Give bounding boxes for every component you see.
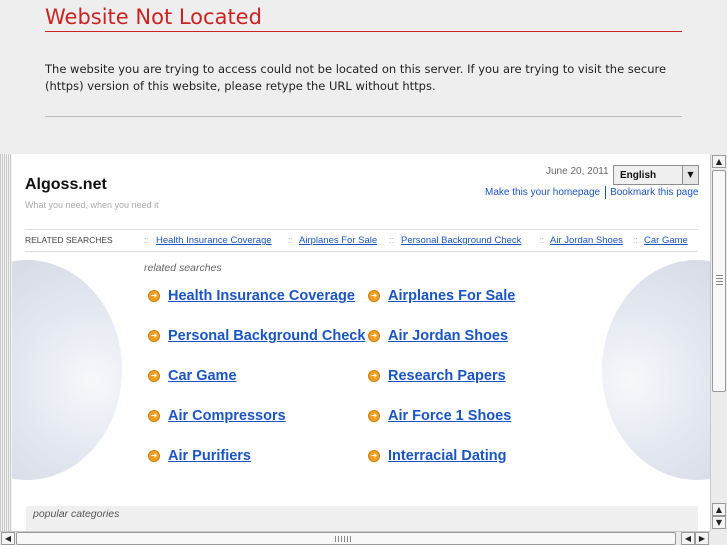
keyword-link[interactable]: Air Jordan Shoes [388,328,508,344]
separator-icon: :: [144,235,150,245]
horizontal-scrollbar[interactable]: ◀ ◀ ▶ [0,531,710,545]
decorative-sphere-left [12,260,122,480]
parked-page: Algoss.net What you need, when you need … [12,154,710,531]
keyword-item[interactable]: ➜ Car Game [148,368,237,384]
related-bar-link[interactable]: Car Game [644,235,688,246]
vertical-scroll-thumb[interactable] [712,170,726,392]
separator-icon: :: [539,235,545,245]
keyword-link[interactable]: Car Game [168,368,237,384]
popular-categories-panel: popular categories [26,506,698,531]
make-homepage-link[interactable]: Make this your homepage [485,187,600,198]
arrow-left-icon[interactable]: ◀ [681,532,695,545]
keyword-link[interactable]: Air Purifiers [168,448,251,464]
related-searches-label: RELATED SEARCHES [25,235,113,245]
keyword-item[interactable]: ➜ Air Compressors [148,408,286,424]
keyword-item[interactable]: ➜ Air Jordan Shoes [368,328,508,344]
date-label: June 20, 2011 [546,166,609,177]
separator-icon: :: [389,235,395,245]
keyword-link[interactable]: Airplanes For Sale [388,288,515,304]
keyword-link[interactable]: Personal Background Check [168,328,365,344]
keyword-item[interactable]: ➜ Personal Background Check [148,328,365,344]
decorative-sphere-right [602,260,710,480]
separator-icon: :: [633,235,639,245]
separator-icon: :: [288,235,294,245]
vertical-scrollbar[interactable]: ▲ ▲ ▼ [710,154,727,531]
arrow-right-circle-icon: ➜ [148,370,160,382]
arrow-right-circle-icon: ➜ [148,450,160,462]
error-notice: Website Not Located The website you are … [0,0,727,154]
site-tagline: What you need, when you need it [25,200,159,210]
keyword-link[interactable]: Health Insurance Coverage [168,288,355,304]
arrow-right-circle-icon: ➜ [148,330,160,342]
horizontal-scroll-thumb[interactable] [16,532,676,545]
error-message: The website you are trying to access cou… [45,62,667,93]
language-select[interactable]: English ▼ [613,165,699,185]
arrow-right-circle-icon: ➜ [368,290,380,302]
error-title-underline [45,31,682,32]
bookmark-link[interactable]: Bookmark this page [610,187,698,198]
related-searches-heading: related searches [144,262,222,274]
keyword-item[interactable]: ➜ Air Purifiers [148,448,251,464]
popular-categories-heading: popular categories [33,508,120,520]
arrow-up-icon[interactable]: ▲ [712,155,726,168]
arrow-right-circle-icon: ➜ [368,450,380,462]
arrow-left-icon[interactable]: ◀ [1,532,15,545]
arrow-right-circle-icon: ➜ [368,330,380,342]
arrow-right-circle-icon: ➜ [368,370,380,382]
top-links: Make this your homepage Bookmark this pag… [485,186,698,199]
related-searches-bar: RELATED SEARCHES :: Health Insurance Cov… [25,229,698,252]
embedded-frame: Algoss.net What you need, when you need … [0,154,727,545]
grip-icon [716,275,723,287]
arrow-right-circle-icon: ➜ [148,410,160,422]
scrollbar-corner [710,531,727,545]
chevron-down-icon[interactable]: ▼ [682,166,698,184]
language-value: English [620,170,657,181]
notice-divider [45,116,682,117]
frame-left-border [0,154,12,531]
arrow-right-circle-icon: ➜ [148,290,160,302]
keyword-item[interactable]: ➜ Health Insurance Coverage [148,288,355,304]
related-bar-link[interactable]: Airplanes For Sale [299,235,377,246]
keyword-item[interactable]: ➜ Interracial Dating [368,448,506,464]
keyword-item[interactable]: ➜ Air Force 1 Shoes [368,408,511,424]
keyword-link[interactable]: Air Force 1 Shoes [388,408,511,424]
arrow-right-circle-icon: ➜ [368,410,380,422]
error-title: Website Not Located [45,5,262,29]
arrow-up-icon[interactable]: ▲ [712,503,726,516]
keyword-link[interactable]: Research Papers [388,368,506,384]
keyword-item[interactable]: ➜ Research Papers [368,368,506,384]
related-bar-link[interactable]: Health Insurance Coverage [156,235,272,246]
grip-icon [335,536,351,542]
site-title[interactable]: Algoss.net [25,176,107,194]
keyword-link[interactable]: Interracial Dating [388,448,506,464]
related-bar-link[interactable]: Air Jordan Shoes [550,235,623,246]
related-bar-link[interactable]: Personal Background Check [401,235,521,246]
arrow-down-icon[interactable]: ▼ [712,516,726,529]
link-separator [605,186,607,199]
arrow-right-icon[interactable]: ▶ [695,532,709,545]
keyword-link[interactable]: Air Compressors [168,408,286,424]
keyword-item[interactable]: ➜ Airplanes For Sale [368,288,515,304]
